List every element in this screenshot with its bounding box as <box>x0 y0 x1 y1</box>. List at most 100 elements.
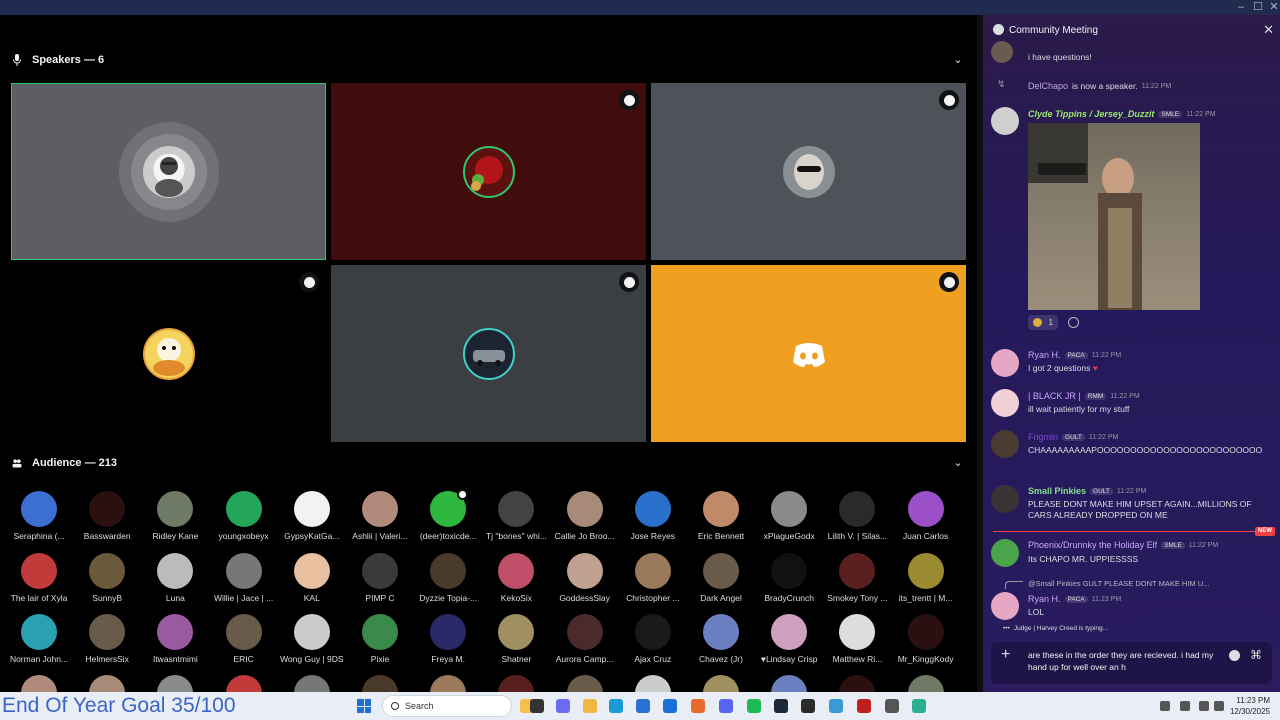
folder-icon[interactable] <box>583 699 597 713</box>
audience-member[interactable]: Eric Bennett <box>687 491 755 541</box>
audience-member[interactable]: Ashlii | Valeri... <box>346 491 414 541</box>
audience-member[interactable]: Matthew Ri... <box>823 614 891 664</box>
close-chat-button[interactable]: ✕ <box>1263 22 1274 38</box>
audience-member[interactable]: Seraphina (... <box>5 491 73 541</box>
firefox-icon[interactable] <box>691 699 705 713</box>
audience-member[interactable]: youngxobeyx <box>210 491 278 541</box>
chat-message[interactable]: Phoenix/Drunnky the Holiday Elf SMLE 11:… <box>983 536 1280 570</box>
chevron-down-icon[interactable]: ⌄ <box>951 456 965 470</box>
screen-capture-icon[interactable] <box>912 699 926 713</box>
audience-member[interactable] <box>278 675 346 692</box>
audience-member[interactable] <box>210 675 278 692</box>
add-reaction-icon[interactable] <box>1068 317 1079 328</box>
username[interactable]: | BLACK JR | <box>1028 391 1081 401</box>
audience-member[interactable]: Christopher ... <box>619 552 687 603</box>
audience-member[interactable]: PIMP C <box>346 552 414 603</box>
settings-icon[interactable] <box>885 699 899 713</box>
store-icon[interactable] <box>636 699 650 713</box>
audience-member[interactable]: KAL <box>278 552 346 603</box>
audience-member[interactable]: (deer)toxicde... <box>414 489 482 541</box>
audience-member[interactable]: BradyCrunch <box>755 552 823 603</box>
username[interactable]: Ryan H. <box>1028 594 1061 604</box>
audience-member[interactable] <box>823 675 891 692</box>
chat-message[interactable]: Clyde Tippins / Jersey_Duzzit SMLE 11:22… <box>983 107 1280 337</box>
audience-member[interactable]: its_trentt | M... <box>892 552 960 603</box>
audience-member[interactable] <box>755 675 823 692</box>
message-input[interactable]: are these in the order they are recieved… <box>1028 649 1228 673</box>
audience-member[interactable]: Jose Reyes <box>619 491 687 541</box>
steam-icon[interactable] <box>774 699 788 713</box>
audience-member[interactable]: Shatner <box>482 614 550 664</box>
username[interactable]: Phoenix/Drunnky the Holiday Elf <box>1028 540 1157 550</box>
audience-member[interactable]: HelmersSix <box>73 614 141 664</box>
audience-member[interactable]: Dyzzie Topia-... <box>414 552 482 603</box>
audience-member[interactable]: Ajax Cruz <box>619 614 687 664</box>
plus-icon[interactable]: + <box>1001 646 1010 664</box>
message-composer[interactable]: + are these in the order they are reciev… <box>991 642 1272 684</box>
speaker-tile[interactable] <box>651 265 966 442</box>
close-window-button[interactable]: ✕ <box>1265 1 1280 14</box>
chat-message[interactable]: @Small Pinkies GULT PLEASE DONT MAKE HIM… <box>983 577 1280 623</box>
more-options-icon[interactable] <box>619 90 639 110</box>
volume-icon[interactable] <box>1214 701 1224 711</box>
audience-member[interactable] <box>892 675 960 692</box>
audience-member[interactable] <box>619 675 687 692</box>
edge-browser-icon[interactable] <box>609 699 623 713</box>
audience-member[interactable]: Itwasntmimi <box>141 614 209 664</box>
audience-member[interactable] <box>141 675 209 692</box>
audience-member[interactable]: SunnyB <box>73 552 141 603</box>
audience-member[interactable]: Pixie <box>346 614 414 664</box>
audience-member[interactable] <box>551 675 619 692</box>
emoji-picker-icon[interactable] <box>1229 650 1240 661</box>
discord-icon[interactable] <box>719 699 733 713</box>
audience-member[interactable]: Mr_KinggKody <box>892 614 960 664</box>
username[interactable]: Clyde Tippins / Jersey_Duzzit <box>1028 109 1154 119</box>
reaction-button[interactable]: 1 <box>1028 315 1058 330</box>
more-options-icon[interactable] <box>299 272 319 292</box>
obs-icon[interactable] <box>801 699 815 713</box>
username[interactable]: Small Pinkies <box>1028 486 1086 496</box>
audience-member[interactable] <box>687 675 755 692</box>
speaker-tile[interactable] <box>11 265 326 442</box>
chat-message[interactable]: Small Pinkies GULT 11:22 PM PLEASE DONT … <box>983 485 1280 529</box>
audience-member[interactable]: Juan Carlos <box>892 491 960 541</box>
chat-message[interactable]: | BLACK JR | RMM 11:22 PM ill wait patie… <box>983 389 1280 419</box>
chevron-up-icon[interactable] <box>1160 701 1170 711</box>
audience-member[interactable]: Tj "bones" whi... <box>482 491 550 541</box>
username[interactable]: DelChapo <box>1028 81 1068 91</box>
audience-member[interactable]: Basswarden <box>73 491 141 541</box>
taskbar-search[interactable]: Search <box>382 695 512 717</box>
system-clock[interactable]: 11:23 PM 12/30/2025 <box>1230 695 1270 717</box>
minimize-button[interactable]: – <box>1232 1 1250 14</box>
outlook-icon[interactable] <box>663 699 677 713</box>
terminal-icon[interactable] <box>530 699 544 713</box>
mic-icon[interactable] <box>1180 701 1190 711</box>
audience-member[interactable]: Callie Jo Broo... <box>551 491 619 541</box>
username[interactable]: Ryan H. <box>1028 350 1061 360</box>
app-icon[interactable] <box>857 699 871 713</box>
audience-member[interactable]: Freya M. <box>414 614 482 664</box>
audience-member[interactable]: Dark Angel <box>687 552 755 603</box>
audience-member[interactable]: KekoSix <box>482 552 550 603</box>
copilot-icon[interactable] <box>556 699 570 713</box>
audience-member[interactable]: xPlagueGodx <box>755 491 823 541</box>
apps-icon[interactable]: ⌘ <box>1250 648 1262 662</box>
more-options-icon[interactable] <box>939 90 959 110</box>
audience-member[interactable]: Chavez (Jr) <box>687 614 755 664</box>
audience-member[interactable] <box>73 675 141 692</box>
speakers-header[interactable]: Speakers — 6 <box>12 50 104 70</box>
audience-member[interactable] <box>5 675 73 692</box>
audience-member[interactable] <box>482 675 550 692</box>
speaker-tile[interactable] <box>11 83 326 260</box>
chat-message[interactable]: Frigmin GULT 11:22 PM CHAAAAAAAAAPOOOOOO… <box>983 430 1280 474</box>
spotify-icon[interactable] <box>747 699 761 713</box>
audience-header[interactable]: Audience — 213 <box>12 453 117 473</box>
monitor-icon[interactable] <box>1199 701 1209 711</box>
audience-member[interactable]: The lair of Xyla <box>5 552 73 603</box>
audience-member[interactable]: ♥Lindsay Crisp <box>755 614 823 664</box>
audience-member[interactable]: Norman John... <box>5 614 73 664</box>
speaker-tile[interactable] <box>331 83 646 260</box>
audience-member[interactable]: GypsyKatGa... <box>278 491 346 541</box>
speaker-tile[interactable] <box>331 265 646 442</box>
audience-member[interactable]: Wong Guy | 9DS <box>278 614 346 664</box>
